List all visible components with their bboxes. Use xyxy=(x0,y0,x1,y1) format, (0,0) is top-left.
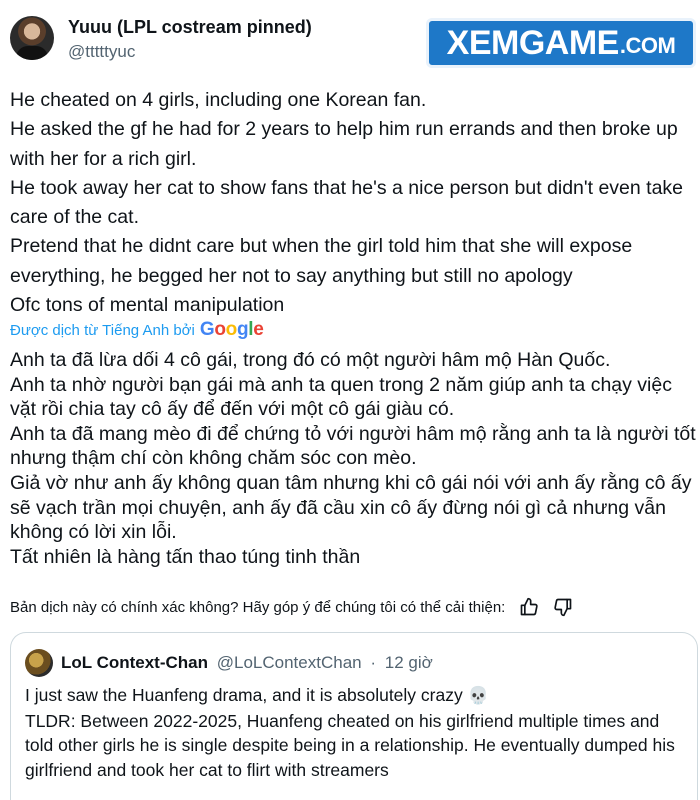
quoted-line: I just saw the Huanfeng drama, and it is… xyxy=(25,683,685,709)
author-handle[interactable]: @tttttyuc xyxy=(68,42,135,62)
thumbs-up-icon[interactable] xyxy=(519,597,539,617)
author-display-name[interactable]: Yuuu (LPL costream pinned) xyxy=(68,17,312,38)
quoted-line: TLDR: Between 2022-2025, Huanfeng cheate… xyxy=(25,710,675,780)
thumbs-down-icon[interactable] xyxy=(553,597,573,617)
translation-feedback: Bản dịch này có chính xác không? Hãy góp… xyxy=(10,595,690,619)
translated-line: Tất nhiên là hàng tấn thao túng tinh thầ… xyxy=(10,545,361,568)
post-line: He asked the gf he had for 2 years to he… xyxy=(10,118,678,170)
translated-by-link[interactable]: Được dịch từ Tiếng Anh bởi Google xyxy=(10,319,264,341)
translated-line: Anh ta đã mang mèo đi để chứng tỏ với ng… xyxy=(10,422,696,470)
post-line: He took away her cat to show fans that h… xyxy=(10,176,684,229)
author-avatar[interactable] xyxy=(10,16,54,60)
watermark-main: XEMGAME xyxy=(446,23,620,62)
post-header: Yuuu (LPL costream pinned) @tttttyuc XEM… xyxy=(0,0,700,80)
translated-by-label: Được dịch từ Tiếng Anh bởi xyxy=(10,321,195,339)
post-text-original: He cheated on 4 girls, including one Kor… xyxy=(10,86,695,320)
quoted-post[interactable]: LoL Context-Chan @LoLContextChan · 12 gi… xyxy=(10,632,698,800)
quoted-author-handle[interactable]: @LoLContextChan xyxy=(217,653,362,672)
quoted-author-display-name[interactable]: LoL Context-Chan xyxy=(61,653,208,672)
translated-line: Anh ta đã lừa dối 4 cô gái, trong đó có … xyxy=(10,349,611,371)
quoted-post-text: I just saw the Huanfeng drama, and it is… xyxy=(25,683,685,782)
google-logo: Google xyxy=(199,319,264,340)
quoted-post-header: LoL Context-Chan @LoLContextChan · 12 gi… xyxy=(61,653,433,673)
post-line: Pretend that he didnt care but when the … xyxy=(10,235,633,287)
quoted-separator: · xyxy=(370,653,377,672)
post-text-translated: Anh ta đã lừa dối 4 cô gái, trong đó có … xyxy=(10,348,700,569)
quoted-author-avatar[interactable] xyxy=(25,649,53,677)
site-watermark-logo: XEMGAME .COM xyxy=(426,18,696,68)
translated-line: Anh ta nhờ người bạn gái mà anh ta quen … xyxy=(10,373,672,421)
quoted-line-text: I just saw the Huanfeng drama, and it is… xyxy=(25,685,463,705)
watermark-suffix: .COM xyxy=(619,33,676,58)
feedback-question: Bản dịch này có chính xác không? Hãy góp… xyxy=(10,598,506,616)
post-line: He cheated on 4 girls, including one Kor… xyxy=(10,89,427,111)
post-line: Ofc tons of mental manipulation xyxy=(10,294,285,317)
skull-emoji-icon: 💀 xyxy=(467,686,489,705)
quoted-timestamp[interactable]: 12 giờ xyxy=(385,653,433,672)
translated-line: Giả vờ như anh ấy không quan tâm nhưng k… xyxy=(10,471,692,544)
